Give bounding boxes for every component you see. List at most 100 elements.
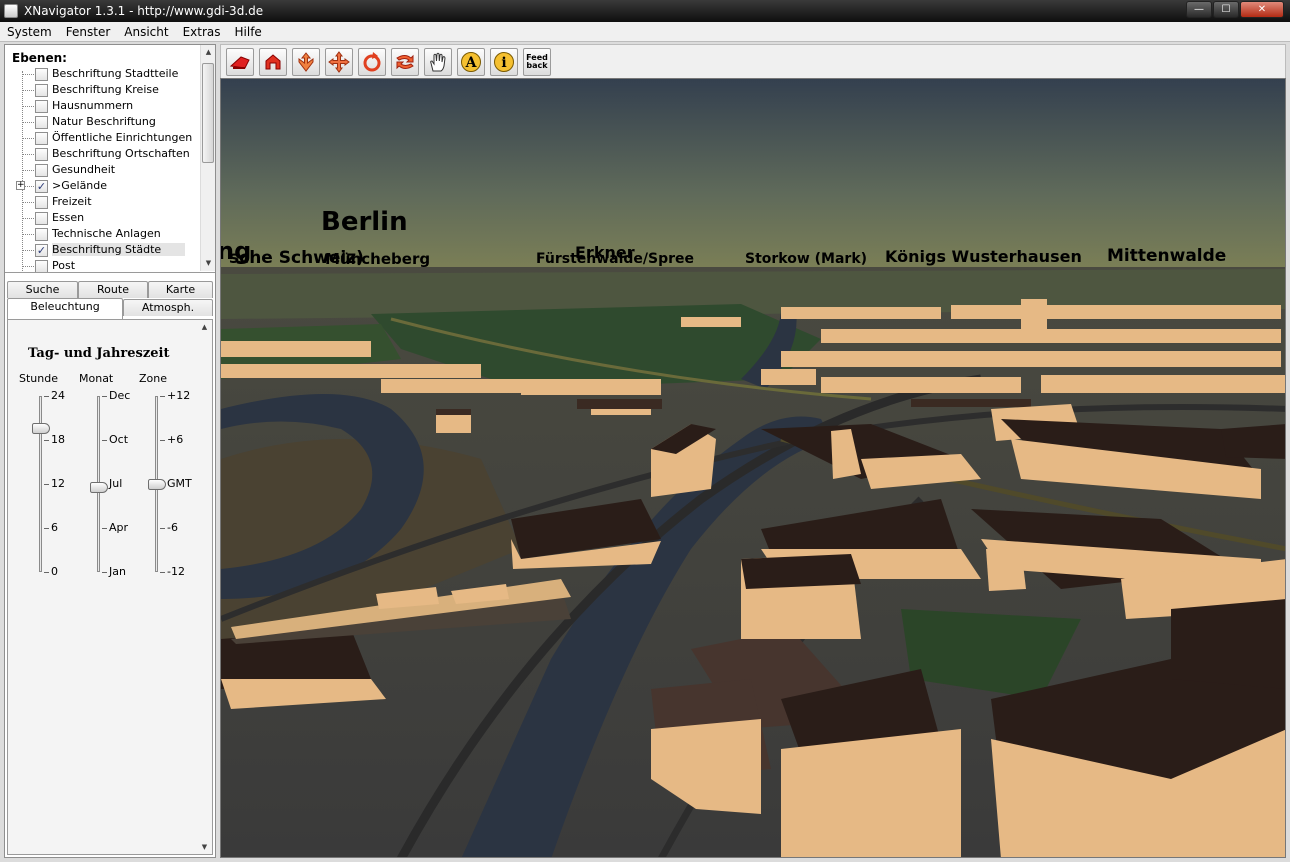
layer-row[interactable]: Öffentliche Einrichtungen [5, 130, 201, 146]
layer-checkbox[interactable] [35, 260, 48, 272]
pan-mode-button[interactable] [292, 48, 320, 76]
tool-tabs: Suche Route Karte Beleuchtung Atmosph. [5, 281, 215, 319]
tick [160, 572, 165, 573]
info-button[interactable]: i [490, 48, 518, 76]
feedback-button[interactable]: Feed back [523, 48, 551, 76]
fly-mode-button[interactable] [226, 48, 254, 76]
scroll-thumb[interactable] [202, 63, 214, 163]
building [781, 351, 1281, 367]
layer-checkbox[interactable]: ✓ [35, 180, 48, 193]
layer-checkbox[interactable]: ✓ [35, 244, 48, 257]
tab-route[interactable]: Route [78, 281, 148, 298]
hour-label: Stunde [19, 372, 58, 385]
layer-row[interactable]: Beschriftung Stadtteile [5, 66, 201, 82]
layer-row[interactable]: Freizeit [5, 194, 201, 210]
rotate-icon [363, 52, 381, 72]
building [521, 379, 661, 395]
feedback-icon: Feed back [526, 53, 548, 70]
layer-label: Natur Beschriftung [52, 115, 156, 128]
layer-row[interactable]: Technische Anlagen [5, 226, 201, 242]
zone-slider[interactable]: +12 +6 GMT -6 -12 [136, 389, 196, 582]
tick [44, 440, 49, 441]
tick [102, 440, 107, 441]
layer-checkbox[interactable] [35, 132, 48, 145]
tree-guide [22, 250, 34, 251]
panel-scroll-down-icon[interactable]: ▼ [197, 840, 212, 854]
layer-label: Hausnummern [52, 99, 134, 112]
tick [102, 528, 107, 529]
panel-scroll-up-icon[interactable]: ▲ [197, 320, 212, 334]
tab-karte[interactable]: Karte [148, 281, 213, 298]
labels-button[interactable]: A [457, 48, 485, 76]
rotate-mode-button[interactable] [358, 48, 386, 76]
layer-checkbox[interactable] [35, 212, 48, 225]
tick [102, 396, 107, 397]
layer-row[interactable]: + ✓ >Gelände [5, 178, 201, 194]
turn-mode-button[interactable] [391, 48, 419, 76]
layer-row[interactable]: ✓ Beschriftung Städte [5, 242, 201, 258]
layer-row[interactable]: Beschriftung Kreise [5, 82, 201, 98]
minimize-button[interactable]: — [1186, 1, 1212, 18]
layer-label: Öffentliche Einrichtungen [52, 131, 193, 144]
layer-row[interactable]: Essen [5, 210, 201, 226]
maximize-button[interactable]: ☐ [1213, 1, 1239, 18]
zone-slider-knob[interactable] [148, 479, 166, 490]
layer-checkbox[interactable] [35, 84, 48, 97]
menu-hilfe[interactable]: Hilfe [228, 25, 269, 39]
layer-checkbox[interactable] [35, 164, 48, 177]
hour-slider-knob[interactable] [32, 423, 50, 434]
move-mode-button[interactable] [325, 48, 353, 76]
tab-suche[interactable]: Suche [7, 281, 78, 298]
layer-checkbox[interactable] [35, 100, 48, 113]
layer-checkbox[interactable] [35, 228, 48, 241]
layer-scrollbar[interactable]: ▲ ▼ [200, 45, 215, 271]
3d-map-view[interactable]: Berlin ng sche Schweiz) Müncheberg Erkne… [220, 78, 1286, 858]
hour-slider[interactable]: 24 18 12 6 0 [20, 389, 80, 582]
fly-icon [229, 56, 250, 69]
close-button[interactable]: ✕ [1240, 1, 1284, 18]
layer-row[interactable]: Post [5, 258, 201, 272]
svg-text:i: i [501, 55, 506, 71]
layer-tree: Ebenen: Beschriftung Stadtteile Beschrift… [5, 45, 215, 273]
tree-guide [22, 154, 34, 155]
menu-ansicht[interactable]: Ansicht [117, 25, 175, 39]
sky [221, 79, 1285, 269]
layer-row[interactable]: Natur Beschriftung [5, 114, 201, 130]
zone-tick-minus6: -6 [167, 521, 178, 534]
scroll-down-arrow-icon[interactable]: ▼ [201, 256, 215, 271]
layer-checkbox[interactable] [35, 116, 48, 129]
month-slider-knob[interactable] [90, 482, 108, 493]
tree-guide [22, 170, 34, 171]
tab-atmosph[interactable]: Atmosph. [123, 299, 213, 316]
tree-guide [22, 74, 34, 75]
layer-checkbox[interactable] [35, 148, 48, 161]
zone-tick-minus12: -12 [167, 565, 185, 578]
menu-bar: System Fenster Ansicht Extras Hilfe [0, 22, 1290, 42]
layer-label: Freizeit [52, 195, 92, 208]
scroll-up-arrow-icon[interactable]: ▲ [201, 45, 215, 60]
zone-tick-plus6: +6 [167, 433, 184, 446]
roof [1221, 424, 1285, 459]
layer-checkbox[interactable] [35, 196, 48, 209]
svg-text:A: A [465, 55, 478, 71]
layer-checkbox[interactable] [35, 68, 48, 81]
building [781, 729, 961, 857]
building [1041, 375, 1285, 393]
tree-guide [22, 138, 34, 139]
hour-tick-0: 0 [51, 565, 58, 578]
month-slider[interactable]: Dec Oct Jul Apr Jan [78, 389, 138, 582]
layer-row[interactable]: Beschriftung Ortschaften [5, 146, 201, 162]
layer-row[interactable]: Gesundheit [5, 162, 201, 178]
expand-icon[interactable]: + [16, 181, 25, 190]
3d-scene[interactable] [221, 79, 1286, 858]
panel-scrollbar[interactable]: ▲ ▼ [197, 320, 212, 854]
menu-extras[interactable]: Extras [176, 25, 228, 39]
grab-mode-button[interactable] [424, 48, 452, 76]
walk-mode-button[interactable] [259, 48, 287, 76]
layer-row[interactable]: Hausnummern [5, 98, 201, 114]
roof [577, 399, 662, 409]
menu-fenster[interactable]: Fenster [59, 25, 118, 39]
tab-beleuchtung[interactable]: Beleuchtung [7, 298, 123, 319]
menu-system[interactable]: System [0, 25, 59, 39]
layer-label: Post [52, 259, 76, 272]
